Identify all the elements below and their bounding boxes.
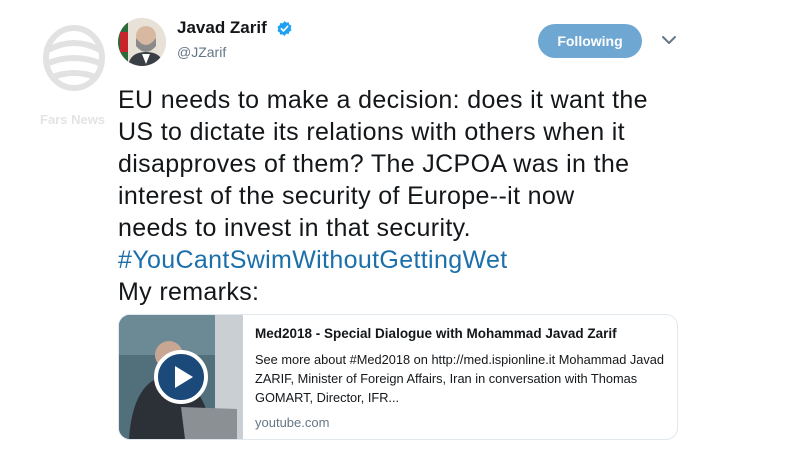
card-domain: youtube.com — [255, 415, 330, 430]
tweet-text-line: interest of the security of Europe--it n… — [118, 182, 575, 210]
hashtag-link[interactable]: #YouCantSwimWithoutGettingWet — [118, 244, 758, 276]
watermark-text: Fars News — [40, 112, 105, 127]
verified-badge-icon — [277, 20, 292, 36]
tweet-text-line: EU needs to make a decision: does it wan… — [118, 86, 648, 114]
card-body[interactable]: Med2018 - Special Dialogue with Mohammad… — [255, 326, 669, 430]
author-display-name[interactable]: Javad Zarif — [177, 18, 267, 38]
link-card[interactable]: Med2018 - Special Dialogue with Mohammad… — [118, 314, 678, 440]
avatar-photo-icon — [118, 18, 166, 66]
card-title[interactable]: Med2018 - Special Dialogue with Mohammad… — [255, 326, 669, 341]
play-icon[interactable] — [153, 349, 209, 405]
card-description: See more about #Med2018 on http://med.is… — [255, 352, 665, 405]
avatar[interactable] — [118, 18, 166, 66]
author-handle[interactable]: @JZarif — [177, 44, 293, 60]
following-button[interactable]: Following — [538, 24, 642, 58]
news-watermark: Fars News — [34, 22, 114, 132]
video-thumbnail[interactable] — [119, 315, 243, 439]
tweet-text-line: needs to invest in that security. — [118, 214, 471, 242]
tweet-text-line: disapproves of them? The JCPOA was in th… — [118, 150, 630, 178]
watermark-logo-icon: Fars News — [40, 25, 105, 127]
remarks-text: My remarks: — [118, 278, 260, 306]
tweet-text: EU needs to make a decision: does it wan… — [118, 84, 758, 308]
tweet-text-line: US to dictate its relations with others … — [118, 118, 625, 146]
chevron-down-icon[interactable] — [660, 33, 678, 47]
author-block[interactable]: Javad Zarif @JZarif — [177, 18, 293, 60]
